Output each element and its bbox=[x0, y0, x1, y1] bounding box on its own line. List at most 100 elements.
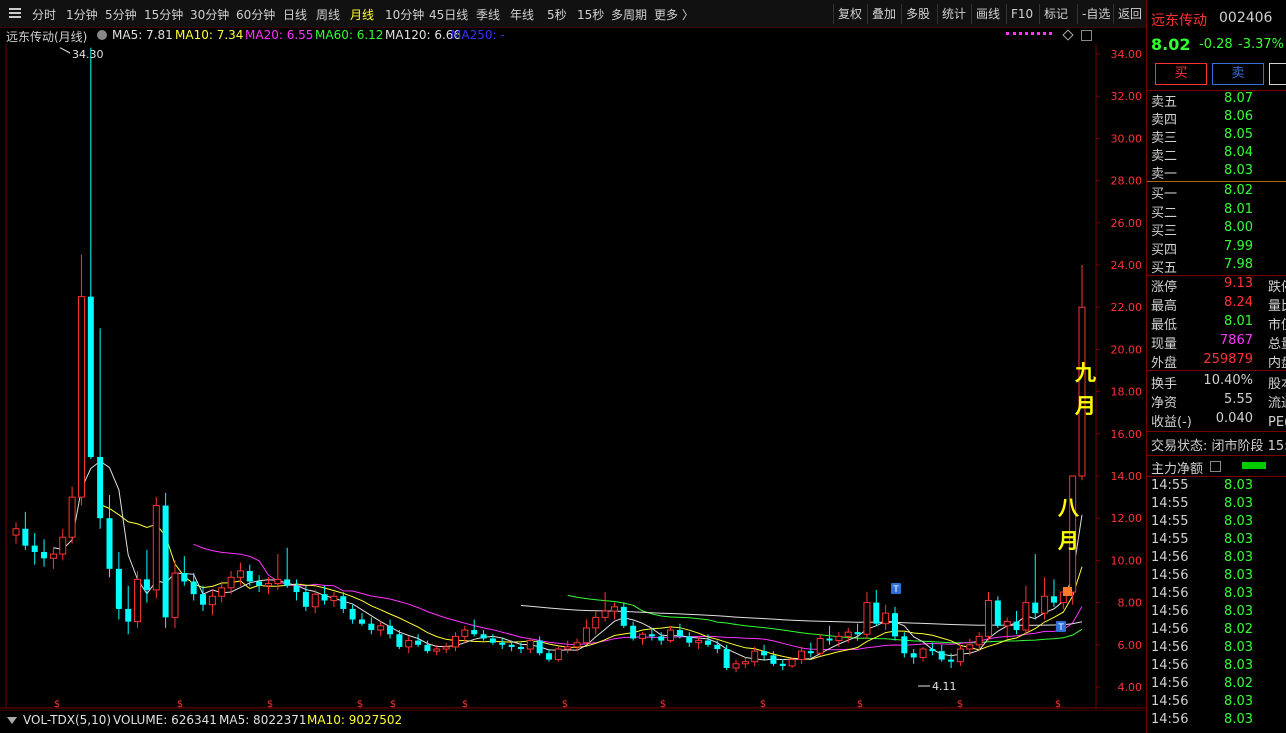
stats-label: 现量 bbox=[1151, 337, 1178, 352]
trade-status: 交易状态: 闭市阶段 15:00 bbox=[1151, 439, 1286, 454]
tick-row: 14:55 8.03 bbox=[1147, 496, 1286, 514]
tick-time: 14:56 bbox=[1151, 658, 1189, 673]
asks-row[interactable]: 卖四 8.06 bbox=[1147, 109, 1286, 128]
candle-body bbox=[311, 593, 319, 608]
stats2-row[interactable]: 换手 10.40% 股本 bbox=[1147, 373, 1286, 392]
stats-label-2: 跌停 bbox=[1268, 280, 1286, 295]
asks-row[interactable]: 卖五 8.07 bbox=[1147, 91, 1286, 110]
dividend-marker: $ bbox=[562, 699, 568, 710]
candle-body bbox=[1078, 306, 1086, 477]
stats2-row[interactable]: 净资 5.55 流通 bbox=[1147, 392, 1286, 411]
asks-row[interactable]: 卖一 8.03 bbox=[1147, 163, 1286, 182]
stats-value: 7867 bbox=[1219, 333, 1253, 348]
bids-row[interactable]: 买四 7.99 bbox=[1147, 239, 1286, 258]
candle-body bbox=[938, 651, 945, 660]
candle-body bbox=[610, 606, 618, 612]
tick-row: 14:56 8.03 bbox=[1147, 568, 1286, 586]
candle-body bbox=[377, 625, 385, 631]
asks-value: 8.04 bbox=[1224, 145, 1253, 160]
dividend-marker: $ bbox=[357, 699, 363, 710]
candle-body bbox=[844, 631, 852, 637]
asks-row[interactable]: 卖三 8.05 bbox=[1147, 127, 1286, 146]
tick-time: 14:55 bbox=[1151, 514, 1189, 529]
candle-body bbox=[405, 640, 413, 648]
bids-row[interactable]: 买三 8.00 bbox=[1147, 220, 1286, 239]
stats-row[interactable]: 外盘 259879 内盘 bbox=[1147, 352, 1286, 371]
stats-row[interactable]: 最高 8.24 量比 bbox=[1147, 295, 1286, 314]
candle-body bbox=[256, 581, 263, 586]
stats-row[interactable]: 现量 7867 总量 bbox=[1147, 333, 1286, 352]
candle-body bbox=[1032, 602, 1039, 614]
bids-value: 8.01 bbox=[1224, 201, 1253, 217]
candle-body bbox=[667, 629, 675, 642]
candle-body bbox=[741, 661, 749, 665]
candle-body bbox=[620, 606, 627, 626]
dividend-marker: $ bbox=[660, 699, 666, 710]
stats2-label-2: PE(动) bbox=[1268, 415, 1286, 430]
candle-body bbox=[49, 553, 57, 559]
candle-body bbox=[658, 636, 665, 641]
tick-time: 14:56 bbox=[1151, 640, 1189, 655]
candle-body bbox=[424, 644, 431, 652]
annotation-sep-char: 九 bbox=[1074, 361, 1096, 385]
list-icon[interactable] bbox=[1210, 461, 1221, 472]
candle-body bbox=[236, 570, 244, 578]
more-trade-button[interactable] bbox=[1269, 63, 1286, 85]
tick-row: 14:55 8.03 bbox=[1147, 514, 1286, 532]
y-tick-label: 20.00 bbox=[1111, 343, 1143, 356]
annotation-aug-char: 月 bbox=[1057, 529, 1079, 553]
dividend-marker: $ bbox=[54, 699, 60, 710]
sell-button[interactable]: 卖 bbox=[1212, 63, 1264, 85]
collapse-icon[interactable] bbox=[7, 717, 17, 724]
asks-row[interactable]: 卖二 8.04 bbox=[1147, 145, 1286, 164]
stock-code: 002406 bbox=[1219, 10, 1273, 26]
volume-legend-3: MA10: 9027502 bbox=[307, 713, 403, 727]
tick-time: 14:56 bbox=[1151, 550, 1189, 565]
tick-row: 14:56 8.03 bbox=[1147, 658, 1286, 676]
last-price: 8.02 bbox=[1151, 35, 1191, 54]
volume-legend-1: VOLUME: 626341 bbox=[113, 713, 217, 727]
candle-body bbox=[554, 648, 562, 661]
candle-body bbox=[77, 296, 85, 498]
candle-body bbox=[984, 599, 992, 637]
dividend-marker: $ bbox=[957, 699, 963, 710]
bids-row[interactable]: 买一 8.02 bbox=[1147, 183, 1286, 202]
candle-body bbox=[714, 644, 721, 650]
stock-name[interactable]: 远东传动 bbox=[1151, 10, 1207, 30]
candle-body bbox=[723, 649, 730, 669]
candle-body bbox=[471, 630, 478, 635]
y-tick-label: 18.00 bbox=[1111, 386, 1143, 399]
volume-indicator-bar: VOL-TDX(5,10) VOLUME: 626341 MA5: 8022371 M… bbox=[0, 710, 1146, 733]
tick-price: 8.03 bbox=[1224, 496, 1253, 511]
stats-row[interactable]: 涨停 9.13 跌停 bbox=[1147, 276, 1286, 295]
candle-body bbox=[573, 642, 581, 648]
candle-body bbox=[143, 579, 150, 590]
candle-body bbox=[863, 602, 871, 635]
candle-body bbox=[330, 595, 338, 601]
candle-body bbox=[835, 635, 843, 642]
main-net-row[interactable]: 主力净额 bbox=[1147, 458, 1286, 477]
dividend-marker: $ bbox=[267, 699, 273, 710]
stats-row[interactable]: 最低 8.01 市值 bbox=[1147, 314, 1286, 333]
candle-body bbox=[106, 518, 113, 569]
candle-body bbox=[686, 636, 693, 643]
candle-body bbox=[200, 594, 207, 605]
candle-body bbox=[125, 608, 132, 622]
candle-body bbox=[630, 625, 637, 639]
bids-row[interactable]: 买五 7.98 bbox=[1147, 257, 1286, 276]
bids-label: 买一 bbox=[1151, 187, 1178, 202]
volume-legend-2: MA5: 8022371 bbox=[219, 713, 307, 727]
tick-row: 14:55 8.03 bbox=[1147, 532, 1286, 550]
candlestick-chart[interactable]: 34.00 32.00 30.00 28.00 26.00 24.00 22.00 20.00… bbox=[0, 0, 1146, 733]
stats-value: 8.01 bbox=[1224, 314, 1253, 329]
dividend-marker: $ bbox=[857, 699, 863, 710]
tick-price: 8.03 bbox=[1224, 514, 1253, 529]
stats2-row[interactable]: 收益(-) 0.040 PE(动) bbox=[1147, 411, 1286, 430]
quote-panel: 远东传动 002406 8.02 -0.28 -3.37% 买 卖 卖五 8.07… bbox=[1146, 0, 1286, 733]
candle-body bbox=[582, 627, 590, 644]
candle-body bbox=[87, 296, 94, 458]
buy-button[interactable]: 买 bbox=[1155, 63, 1207, 85]
bids-row[interactable]: 买二 8.01 bbox=[1147, 201, 1286, 221]
candle-body bbox=[592, 616, 600, 629]
candle-body bbox=[349, 608, 356, 620]
